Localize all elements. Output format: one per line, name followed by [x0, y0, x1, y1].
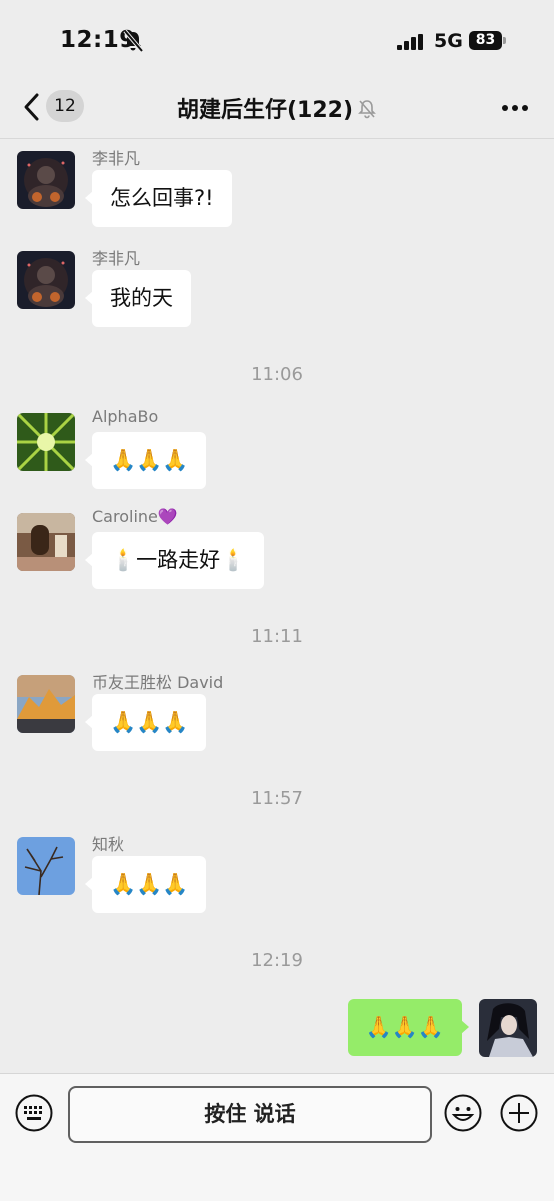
message-bubble[interactable]: 🙏🙏🙏: [84, 694, 207, 751]
sender-name: 知秋: [92, 835, 125, 854]
avatar[interactable]: [17, 251, 75, 309]
avatar[interactable]: [17, 837, 75, 895]
battery-icon: 83: [469, 31, 502, 50]
avatar-image: [17, 251, 75, 309]
message-bubble[interactable]: 我的天: [85, 270, 191, 327]
avatar-image: [17, 513, 75, 571]
timestamp: 11:11: [251, 626, 303, 647]
bell-off-icon: [123, 30, 143, 52]
chat-title-text: 胡建后生仔(122): [176, 98, 354, 123]
keyboard-icon[interactable]: [15, 1094, 53, 1132]
timestamp: 11:06: [251, 364, 303, 385]
message-bubble[interactable]: 🙏🙏🙏: [84, 856, 207, 913]
timestamp: 11:57: [251, 788, 303, 809]
input-bar: 按住 说话: [0, 1073, 554, 1201]
plus-icon[interactable]: [500, 1094, 538, 1132]
sender-name: AlphaBo: [92, 407, 159, 426]
hold-to-talk-button[interactable]: 按住 说话: [68, 1086, 432, 1143]
sender-name-text: Caroline: [92, 507, 158, 526]
avatar-image: [17, 413, 75, 471]
message-bubble[interactable]: 🕯️一路走好🕯️: [84, 532, 265, 589]
emoji-icon[interactable]: [444, 1094, 482, 1132]
my-message-bubble[interactable]: 🙏🙏🙏: [347, 999, 470, 1056]
chat-title: 胡建后生仔(122): [0, 92, 554, 124]
sender-name: Caroline💜: [92, 507, 178, 526]
purple-heart-emoji: 💜: [157, 507, 178, 526]
status-bar: 12:19 5G 83: [0, 0, 554, 80]
sender-name: 李非凡: [92, 149, 141, 168]
chat-header: 12 胡建后生仔(122): [0, 80, 554, 139]
sender-name: 李非凡: [92, 249, 141, 268]
avatar[interactable]: [17, 413, 75, 471]
signal-icon: [397, 34, 423, 50]
avatar-image: [17, 837, 75, 895]
avatar-image: [479, 999, 537, 1057]
my-avatar[interactable]: [479, 999, 537, 1057]
bell-off-icon: [358, 100, 376, 119]
message-bubble[interactable]: 🙏🙏🙏: [84, 432, 207, 489]
avatar[interactable]: [17, 151, 75, 209]
sender-name: 币友王胜松 David: [92, 673, 224, 692]
avatar-image: [17, 151, 75, 209]
battery-nub: [503, 37, 506, 44]
network-type: 5G: [434, 30, 463, 52]
avatar-image: [17, 675, 75, 733]
avatar[interactable]: [17, 513, 75, 571]
avatar[interactable]: [17, 675, 75, 733]
more-icon[interactable]: [500, 98, 530, 118]
timestamp: 12:19: [251, 950, 303, 971]
message-bubble[interactable]: 怎么回事?!: [85, 170, 232, 227]
